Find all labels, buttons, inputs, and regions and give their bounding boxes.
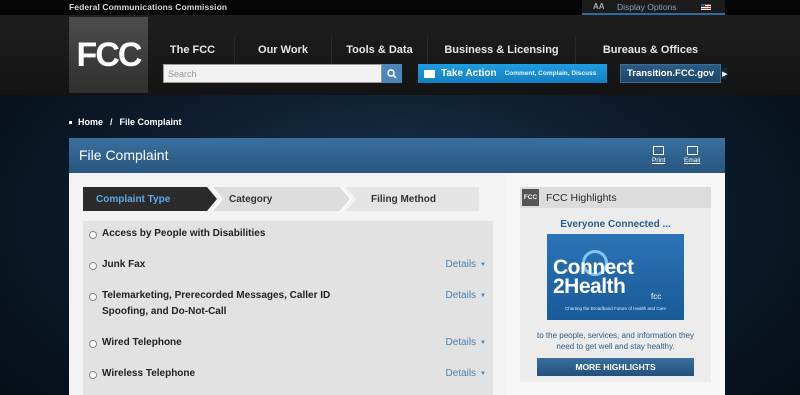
- highlights-box: FCC FCC Highlights Everyone Connected ..…: [520, 187, 711, 382]
- nav-item-tools-data[interactable]: Tools & Data: [332, 36, 428, 64]
- details-link[interactable]: Details ▼: [445, 290, 486, 301]
- display-options-link[interactable]: Display Options: [617, 2, 677, 12]
- caret-down-icon: ▼: [480, 339, 486, 346]
- step-complaint-type[interactable]: Complaint Type: [83, 187, 217, 211]
- option-label: Wired Telephone: [102, 337, 182, 348]
- step-progress: Filing Method Category Complaint Type: [83, 187, 479, 211]
- email-icon: [686, 146, 698, 155]
- connect2health-banner[interactable]: Connect 2Health fcc Charting the Broadba…: [547, 234, 684, 320]
- arrow-right-icon: ▶: [722, 68, 728, 79]
- radio-button[interactable]: [89, 371, 97, 379]
- highlights-header: FCC FCC Highlights: [520, 187, 711, 208]
- transition-link[interactable]: Transition.FCC.gov ▶: [620, 64, 728, 83]
- display-options[interactable]: AA Display Options: [582, 0, 725, 15]
- banner-suffix: fcc: [651, 292, 662, 301]
- option-wireless-telephone[interactable]: Wireless Telephone Details ▼: [83, 366, 493, 388]
- comment-icon: [424, 69, 435, 78]
- option-label: Telemarketing, Prerecorded Messages, Cal…: [102, 290, 331, 317]
- highlights-title: FCC Highlights: [546, 191, 617, 204]
- print-icon: [653, 146, 665, 155]
- caret-down-icon: ▼: [480, 370, 486, 377]
- more-highlights-button[interactable]: MORE HIGHLIGHTS: [537, 358, 694, 376]
- caret-down-icon: ▼: [480, 292, 486, 299]
- text-size-icon[interactable]: AA: [593, 2, 605, 11]
- option-label: Wireless Telephone: [102, 368, 196, 379]
- breadcrumb-current: File Complaint: [119, 117, 182, 127]
- search-input[interactable]: [163, 64, 382, 83]
- option-junk-fax[interactable]: Junk Fax Details ▼: [83, 257, 493, 279]
- utility-bar: Federal Communications Commission AA Dis…: [0, 0, 800, 15]
- details-label: Details: [445, 337, 477, 348]
- transition-label: Transition.FCC.gov: [627, 68, 715, 79]
- search-button[interactable]: [382, 64, 402, 83]
- complaint-panel: File Complaint Print Email Filing Method…: [69, 138, 725, 395]
- print-button[interactable]: Print: [652, 146, 665, 164]
- take-action-button[interactable]: Take Action Comment, Complain, Discuss: [418, 64, 607, 83]
- breadcrumb-home[interactable]: Home: [78, 117, 103, 127]
- step-label: Filing Method: [371, 193, 436, 205]
- details-label: Details: [445, 290, 477, 301]
- main-nav: The FCC Our Work Tools & Data Business &…: [151, 36, 725, 64]
- step-label: Complaint Type: [96, 193, 171, 205]
- logo-text: FCC: [76, 35, 143, 74]
- step-label: Category: [229, 193, 273, 205]
- radio-button[interactable]: [89, 340, 97, 348]
- details-label: Details: [445, 259, 477, 270]
- fcc-logo[interactable]: FCC: [69, 17, 148, 93]
- radio-button[interactable]: [89, 262, 97, 270]
- nav-item-our-work[interactable]: Our Work: [235, 36, 332, 64]
- agency-name: Federal Communications Commission: [69, 2, 228, 12]
- radio-button[interactable]: [89, 293, 97, 301]
- banner-line2: 2Health: [553, 275, 626, 298]
- print-label: Print: [652, 157, 666, 164]
- take-action-sub: Comment, Complain, Discuss: [504, 70, 597, 77]
- page-title: File Complaint: [79, 147, 169, 163]
- option-label: Junk Fax: [102, 259, 146, 270]
- search-icon: [387, 68, 397, 79]
- email-button[interactable]: Email: [684, 146, 700, 164]
- bullet-icon: [69, 120, 72, 124]
- nav-item-the-fcc[interactable]: The FCC: [151, 36, 235, 64]
- details-link[interactable]: Details ▼: [445, 259, 486, 270]
- details-label: Details: [445, 368, 477, 379]
- fcc-mini-logo: FCC: [522, 189, 539, 206]
- caret-down-icon: ▼: [480, 261, 486, 268]
- option-label: Access by People with Disabilities: [102, 228, 266, 239]
- nav-item-bureaus-offices[interactable]: Bureaus & Offices: [576, 36, 725, 64]
- details-link[interactable]: Details ▼: [445, 337, 486, 348]
- highlights-subtitle: Everyone Connected ...: [560, 219, 671, 230]
- details-link[interactable]: Details ▼: [445, 368, 486, 379]
- highlights-sidebar: FCC FCC Highlights Everyone Connected ..…: [506, 174, 725, 395]
- option-telemarketing[interactable]: Telemarketing, Prerecorded Messages, Cal…: [83, 288, 493, 324]
- step-category[interactable]: Category: [213, 187, 350, 211]
- step-filing-method[interactable]: Filing Method: [346, 187, 479, 211]
- option-access-disabilities[interactable]: Access by People with Disabilities: [83, 226, 493, 248]
- breadcrumb-separator: /: [110, 117, 113, 127]
- nav-item-business-licensing[interactable]: Business & Licensing: [428, 36, 576, 64]
- highlights-text: to the people, services, and information…: [537, 331, 694, 351]
- breadcrumb: Home / File Complaint: [69, 117, 182, 127]
- radio-button[interactable]: [89, 231, 97, 239]
- email-label: Email: [684, 157, 701, 164]
- panel-header: File Complaint Print Email: [69, 138, 725, 173]
- us-flag-icon[interactable]: [701, 4, 711, 10]
- banner-tagline: Charting the Broadband Future of Health …: [564, 306, 667, 311]
- option-wired-telephone[interactable]: Wired Telephone Details ▼: [83, 335, 493, 357]
- take-action-label: Take Action: [441, 68, 497, 79]
- complaint-type-list: Access by People with Disabilities Junk …: [83, 221, 493, 395]
